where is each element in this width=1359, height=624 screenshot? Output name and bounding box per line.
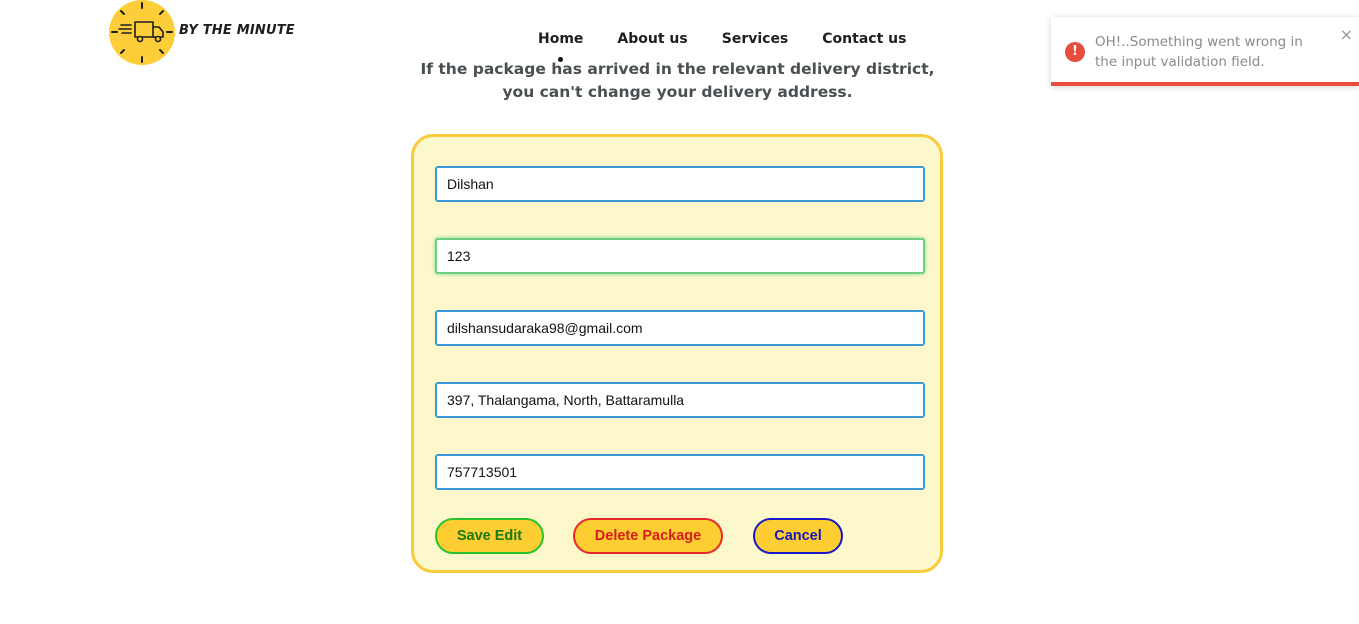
email-field[interactable]	[435, 310, 925, 346]
close-icon[interactable]: ×	[1340, 25, 1353, 44]
delete-package-button[interactable]: Delete Package	[573, 518, 723, 554]
error-toast: ! OH!..Something went wrong in the input…	[1051, 17, 1359, 86]
address-field[interactable]	[435, 382, 925, 418]
phone-field[interactable]	[435, 454, 925, 490]
delivery-address-notice: If the package has arrived in the releva…	[370, 58, 985, 104]
mouse-cursor	[558, 57, 563, 62]
nav-services[interactable]: Services	[722, 31, 789, 47]
notice-line-1: If the package has arrived in the releva…	[420, 60, 935, 78]
notice-line-2: you can't change your delivery address.	[502, 83, 853, 101]
brand-name: BY THE MINUTE	[179, 23, 295, 38]
nav-contact-us[interactable]: Contact us	[822, 31, 906, 47]
error-exclamation-icon: !	[1065, 42, 1085, 62]
brand-logo[interactable]	[109, 0, 175, 65]
nav-about-us[interactable]: About us	[617, 31, 687, 47]
delivery-truck-clock-icon	[111, 2, 173, 63]
save-edit-button[interactable]: Save Edit	[435, 518, 544, 554]
edit-package-form: Save Edit Delete Package Cancel	[411, 134, 943, 573]
toast-message: OH!..Something went wrong in the input v…	[1095, 34, 1303, 70]
name-field[interactable]	[435, 166, 925, 202]
package-id-field[interactable]	[435, 238, 925, 274]
main-nav: Home About us Services Contact us	[538, 31, 940, 47]
cancel-button[interactable]: Cancel	[753, 518, 843, 554]
nav-home[interactable]: Home	[538, 31, 583, 47]
